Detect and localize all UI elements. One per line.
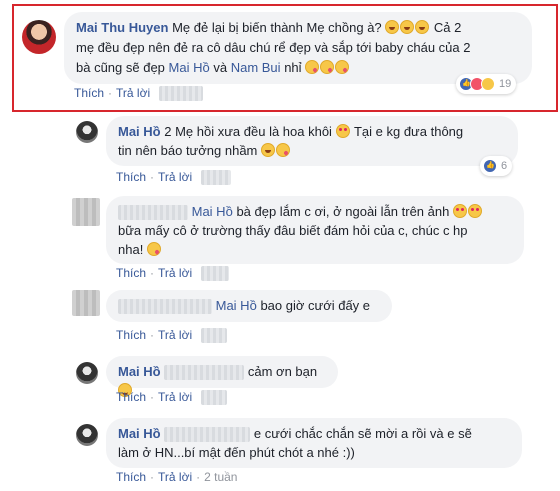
kiss-emoji-icon: [335, 60, 350, 74]
reply-link[interactable]: Trả lời: [158, 170, 192, 184]
like-link[interactable]: Thích: [116, 170, 146, 184]
mention-link[interactable]: Mai Hồ: [216, 298, 257, 313]
haha-reaction-icon: [481, 77, 495, 91]
reaction-count: 19: [499, 78, 512, 90]
comment-text: bao giờ cưới đấy e: [260, 298, 371, 313]
avatar[interactable]: [72, 198, 100, 226]
redacted-block: [201, 328, 228, 344]
comment-text: e cưới chắc chắn sẽ mời a rồi và e sẽ: [253, 426, 472, 441]
mention-link[interactable]: Mai Hồ: [169, 60, 210, 75]
heart-eyes-emoji-icon: [467, 204, 482, 218]
heart-eyes-emoji-icon: [335, 124, 350, 138]
like-reaction-icon: [483, 159, 497, 173]
comment-author[interactable]: Mai Hồ: [118, 364, 161, 379]
comment-text: Mẹ đẻ lại bị biến thành Mẹ chồng à?: [172, 20, 382, 35]
reply-link[interactable]: Trả lời: [116, 86, 150, 100]
comment-bubble: Mai Hồ bao giờ cưới đấy e: [106, 290, 392, 322]
comment-bubble: Mai Hồ e cưới chắc chắn sẽ mời a rồi và …: [106, 418, 522, 468]
redacted-block: [164, 365, 245, 381]
heart-eyes-emoji-icon: [452, 204, 467, 218]
kiss-emoji-icon: [305, 60, 320, 74]
kiss-emoji-icon: [146, 242, 161, 256]
comment-text: Cả 2: [433, 20, 462, 35]
redacted-block: [201, 390, 228, 406]
redacted-author: [118, 299, 212, 315]
comment-actions: Thích · Trả lời: [74, 86, 204, 102]
redacted-author: [118, 205, 188, 221]
laugh-emoji-icon: [261, 143, 276, 157]
comment-bubble: Mai Hồ cảm ơn bạn: [106, 356, 338, 397]
reaction-summary[interactable]: 6: [480, 156, 513, 176]
redacted-block: [201, 170, 232, 186]
comment-author[interactable]: Mai Thu Huyen: [76, 20, 168, 35]
reply-link[interactable]: Trả lời: [158, 328, 192, 342]
comment-text: bà cũng sẽ đẹp: [76, 60, 165, 75]
comment-text: tin nên báo tưởng nhầm: [118, 143, 258, 158]
comment-actions: Thích · Trả lời: [116, 170, 232, 186]
like-link[interactable]: Thích: [116, 470, 146, 484]
like-link[interactable]: Thích: [116, 266, 146, 280]
comment-text: nha!: [118, 242, 144, 257]
like-link[interactable]: Thích: [116, 328, 146, 342]
timestamp[interactable]: 2 tuần: [204, 470, 237, 484]
mention-link[interactable]: Mai Hồ: [192, 204, 233, 219]
comment-actions: Thích · Trả lời: [116, 266, 230, 282]
redacted-block: [164, 427, 251, 443]
reaction-count: 6: [501, 160, 508, 172]
reaction-summary[interactable]: 19: [456, 74, 517, 94]
comment-text: mẹ đều đẹp nên đẻ ra cô dâu chú rể đẹp v…: [76, 40, 471, 55]
comment-text: và: [213, 60, 228, 75]
reply-link[interactable]: Trả lời: [158, 266, 192, 280]
avatar[interactable]: [76, 424, 98, 446]
redacted-block: [201, 266, 230, 282]
reply-link[interactable]: Trả lời: [158, 470, 192, 484]
comment-author[interactable]: Mai Hồ: [118, 124, 161, 139]
kiss-emoji-icon: [320, 60, 335, 74]
like-link[interactable]: Thích: [74, 86, 104, 100]
redacted-block: [159, 86, 204, 102]
kiss-emoji-icon: [276, 143, 291, 157]
comment-text: nhỉ: [284, 60, 302, 75]
comment-bubble: Mai Thu Huyen Mẹ đẻ lại bị biến thành Mẹ…: [64, 12, 532, 84]
mention-link[interactable]: Nam Bui: [231, 60, 281, 75]
reply-link[interactable]: Trả lời: [158, 390, 192, 404]
avatar[interactable]: [22, 20, 56, 54]
comment-text: Tại e kg đưa thông: [353, 124, 464, 139]
like-link[interactable]: Thích: [116, 390, 146, 404]
comment-actions: Thích · Trả lời: [116, 390, 228, 406]
comment-bubble: Mai Hồ bà đẹp lắm c ơi, ở ngoài lẫn trên…: [106, 196, 524, 264]
comment-actions: Thích · Trả lời · 2 tuần: [116, 470, 238, 484]
avatar[interactable]: [76, 121, 98, 143]
comment-text: làm ở HN...bí mật đến phút chót a nhé :)…: [118, 445, 355, 460]
laugh-emoji-icon: [415, 20, 430, 34]
avatar[interactable]: [76, 362, 98, 384]
comment-text: 2 Mẹ hồi xưa đều là hoa khôi: [164, 124, 332, 139]
laugh-emoji-icon: [400, 20, 415, 34]
comment-text: bữa mấy cô ở trường thấy đâu biết đám hỏ…: [118, 223, 468, 238]
comment-text: bà đẹp lắm c ơi, ở ngoài lẫn trên ảnh: [236, 204, 450, 219]
comment-author[interactable]: Mai Hồ: [118, 426, 161, 441]
laugh-emoji-icon: [385, 20, 400, 34]
avatar[interactable]: [72, 290, 100, 316]
comment-actions: Thích · Trả lời: [116, 328, 228, 344]
comment-text: cảm ơn bạn: [247, 364, 318, 379]
comment-bubble: Mai Hồ 2 Mẹ hồi xưa đều là hoa khôi Tại …: [106, 116, 518, 166]
